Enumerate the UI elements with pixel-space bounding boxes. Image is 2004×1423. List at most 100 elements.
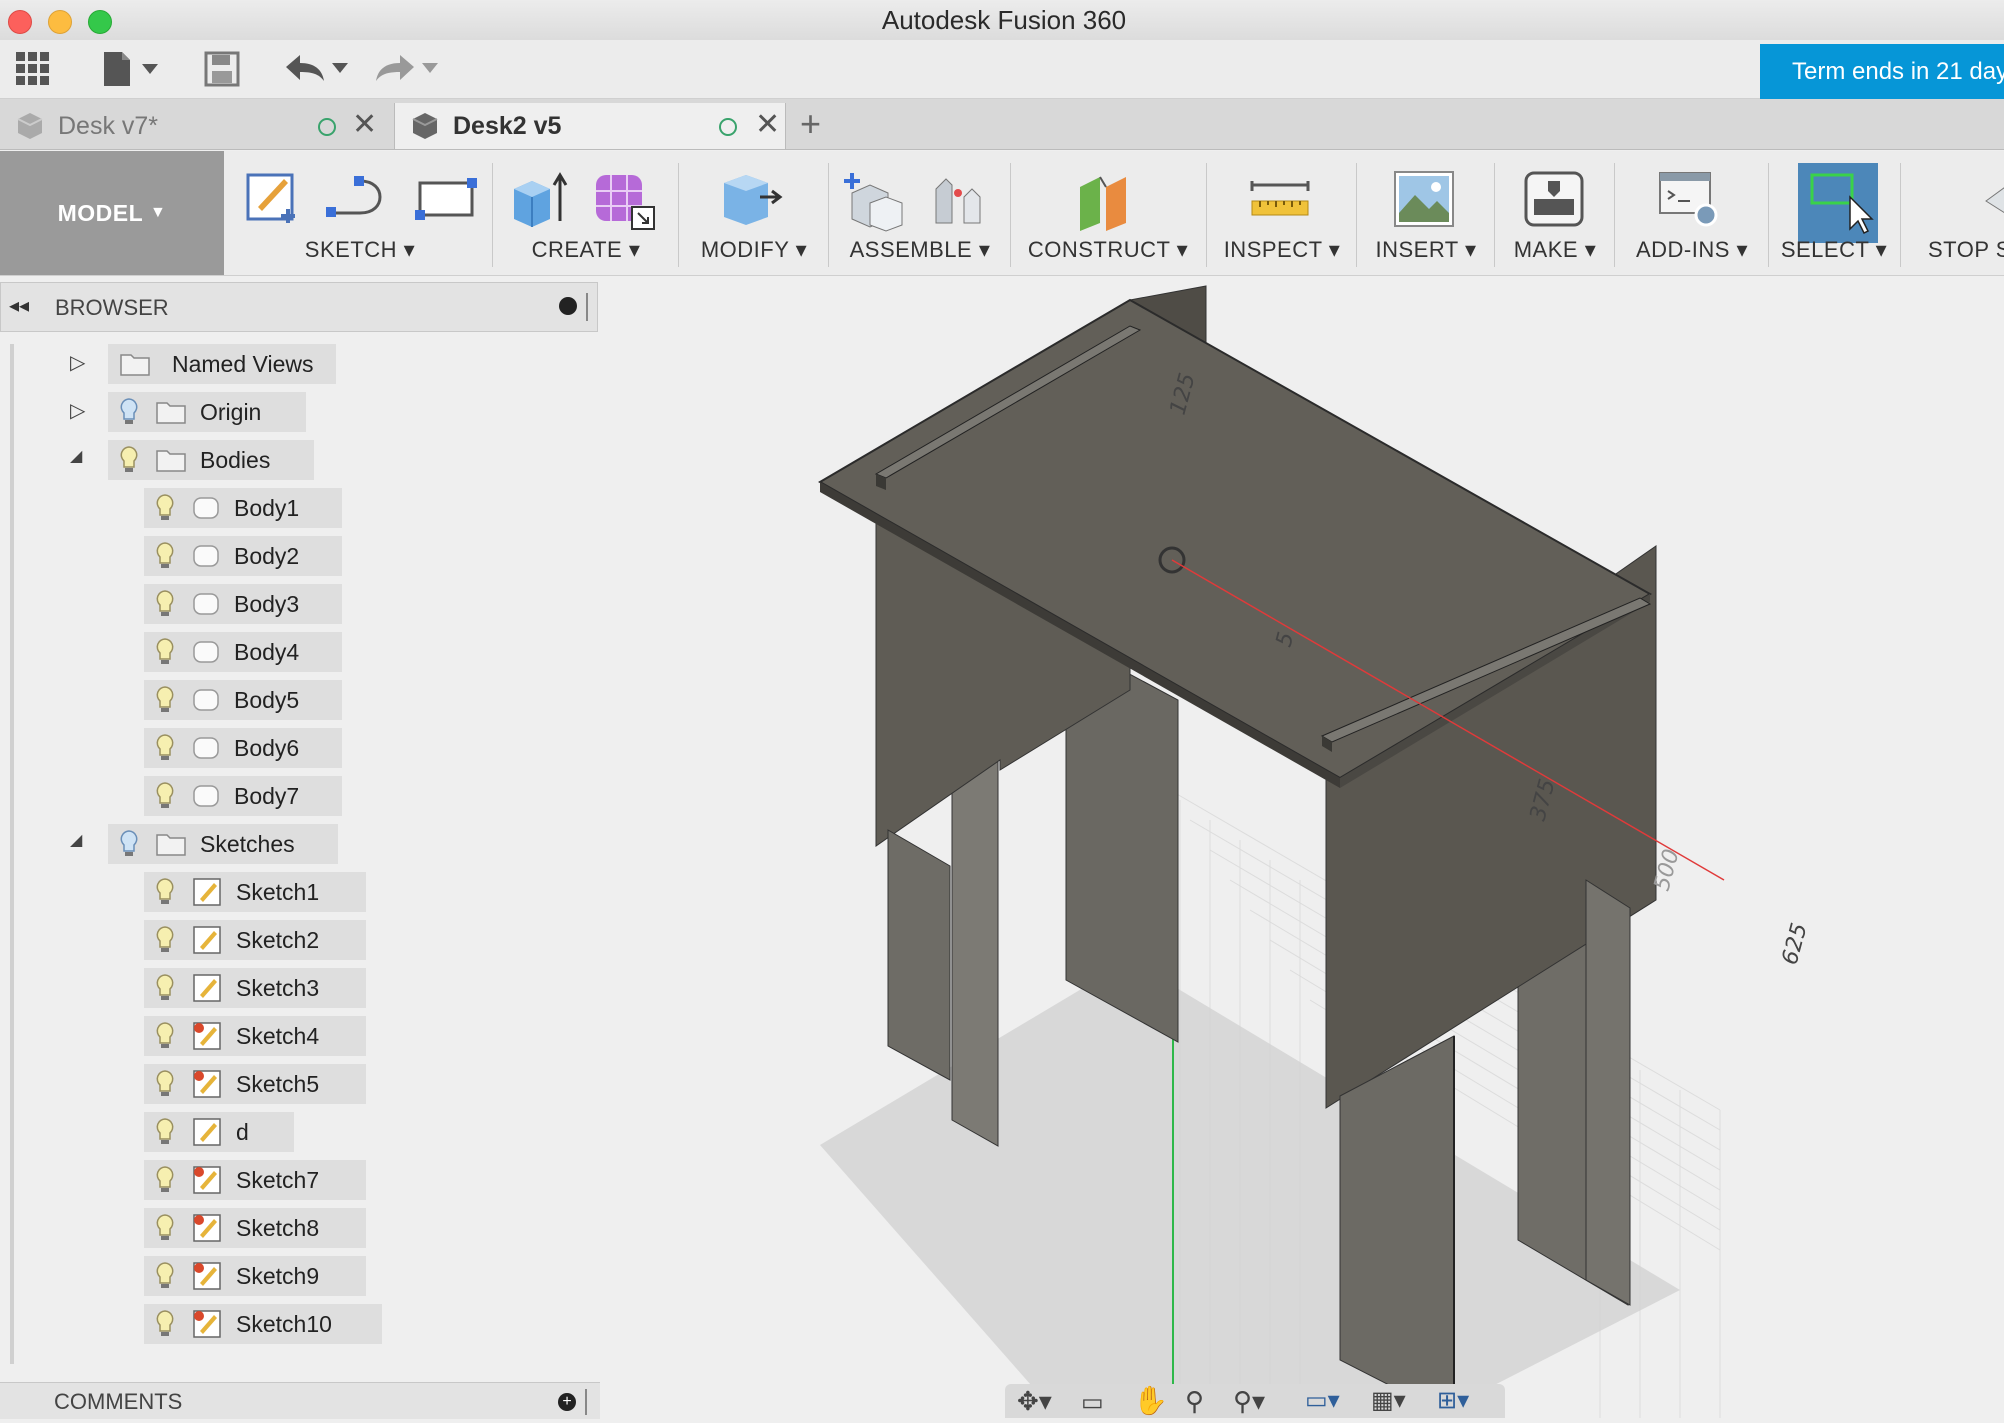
tree-node-body[interactable]: Body4 bbox=[144, 632, 342, 672]
tab-desk-v7[interactable]: Desk v7* ✕ bbox=[0, 103, 390, 149]
visibility-bulb-icon[interactable] bbox=[154, 781, 176, 811]
visibility-bulb-icon[interactable] bbox=[154, 685, 176, 715]
visibility-bulb-icon[interactable] bbox=[154, 925, 176, 955]
redo-icon[interactable] bbox=[372, 50, 442, 88]
workspace-label: MODEL bbox=[57, 199, 144, 226]
group-label: INSPECT bbox=[1223, 237, 1323, 262]
visibility-bulb-icon[interactable] bbox=[154, 1021, 176, 1051]
browser-options-icon[interactable] bbox=[559, 297, 577, 315]
look-at-icon[interactable]: ▭ bbox=[1081, 1388, 1104, 1417]
comments-panel[interactable]: COMMENTS + bbox=[0, 1382, 600, 1419]
visibility-bulb-icon[interactable] bbox=[118, 829, 140, 859]
visibility-bulb-icon[interactable] bbox=[154, 589, 176, 619]
visibility-bulb-icon[interactable] bbox=[154, 1117, 176, 1147]
stop-sharing-group[interactable]: STOP S bbox=[1904, 151, 2004, 275]
tree-node-sketch[interactable]: Sketch10 bbox=[144, 1304, 382, 1344]
visibility-bulb-icon[interactable] bbox=[154, 541, 176, 571]
modify-group[interactable]: MODIFY ▾ bbox=[682, 151, 826, 275]
tree-node-sketch[interactable]: Sketch9 bbox=[144, 1256, 366, 1296]
tree-node-sketch[interactable]: Sketch8 bbox=[144, 1208, 366, 1248]
create-group[interactable]: CREATE ▾ bbox=[496, 151, 676, 275]
close-tab-icon[interactable]: ✕ bbox=[755, 107, 780, 142]
tree-label: Body1 bbox=[234, 494, 300, 521]
visibility-bulb-icon[interactable] bbox=[154, 1309, 176, 1339]
sketch-icon bbox=[193, 1118, 221, 1146]
viewports-icon[interactable]: ⊞▾ bbox=[1437, 1386, 1469, 1415]
rectangle-icon bbox=[415, 178, 477, 220]
tree-node-sketch[interactable]: Sketch2 bbox=[144, 920, 366, 960]
sketch-warning-icon bbox=[193, 1310, 221, 1338]
expand-arrow-icon[interactable]: ▷ bbox=[70, 350, 85, 375]
collapse-arrow-icon[interactable]: ◢ bbox=[70, 446, 82, 466]
close-tab-icon[interactable]: ✕ bbox=[352, 107, 377, 142]
new-tab-button[interactable]: + bbox=[800, 103, 821, 145]
visibility-bulb-icon[interactable] bbox=[154, 1213, 176, 1243]
create-sketch-icon bbox=[246, 173, 295, 223]
visibility-bulb-icon[interactable] bbox=[154, 1261, 176, 1291]
make-group[interactable]: MAKE ▾ bbox=[1498, 151, 1612, 275]
visibility-bulb-icon[interactable] bbox=[154, 877, 176, 907]
sketch-warning-icon bbox=[193, 1214, 221, 1242]
undo-icon[interactable] bbox=[282, 50, 352, 88]
visibility-bulb-icon[interactable] bbox=[154, 637, 176, 667]
panel-grip-icon[interactable] bbox=[586, 293, 588, 321]
tree-node-sketch[interactable]: Sketch1 bbox=[144, 872, 366, 912]
insert-group[interactable]: INSERT ▾ bbox=[1360, 151, 1492, 275]
quick-access-toolbar: Term ends in 21 days bbox=[0, 40, 2004, 100]
visibility-bulb-icon[interactable] bbox=[118, 445, 140, 475]
canvas-viewport[interactable]: 125 5 375 500 625 bbox=[600, 276, 2004, 1419]
assemble-group[interactable]: ASSEMBLE ▾ bbox=[832, 151, 1008, 275]
construct-group[interactable]: CONSTRUCT ▾ bbox=[1014, 151, 1202, 275]
panel-grip-icon[interactable] bbox=[585, 1389, 587, 1415]
model-canvas[interactable]: 125 5 375 500 625 bbox=[600, 276, 2004, 1419]
fit-icon[interactable]: ⚲▾ bbox=[1233, 1386, 1265, 1417]
expand-arrow-icon[interactable]: ▷ bbox=[70, 398, 85, 423]
tree-node-sketch[interactable]: Sketch5 bbox=[144, 1064, 366, 1104]
tree-node-sketch[interactable]: Sketch3 bbox=[144, 968, 366, 1008]
tree-node-body[interactable]: Body3 bbox=[144, 584, 342, 624]
tree-scroll-track[interactable] bbox=[10, 344, 14, 1364]
folder-icon bbox=[156, 450, 186, 472]
workspace-menu[interactable]: MODEL ▼ bbox=[0, 151, 224, 275]
tree-node-body[interactable]: Body6 bbox=[144, 728, 342, 768]
visibility-bulb-icon[interactable] bbox=[154, 1165, 176, 1195]
term-banner[interactable]: Term ends in 21 days bbox=[1760, 44, 2004, 100]
tree-node-sketch[interactable]: Sketch7 bbox=[144, 1160, 366, 1200]
visibility-bulb-icon[interactable] bbox=[154, 1069, 176, 1099]
add-ins-group[interactable]: ADD-INS ▾ bbox=[1618, 151, 1766, 275]
visibility-bulb-icon[interactable] bbox=[154, 973, 176, 1003]
tree-label: Bodies bbox=[200, 446, 271, 473]
save-icon[interactable] bbox=[204, 50, 240, 88]
grid-settings-icon[interactable]: ▦▾ bbox=[1371, 1386, 1406, 1415]
tree-node-bodies[interactable]: Bodies bbox=[108, 440, 314, 480]
tree-node-origin[interactable]: Origin bbox=[108, 392, 306, 432]
collapse-panel-icon[interactable]: ◂◂ bbox=[9, 293, 29, 318]
visibility-bulb-icon[interactable] bbox=[118, 397, 140, 427]
group-label: STOP S bbox=[1928, 237, 2004, 262]
tree-node-body[interactable]: Body5 bbox=[144, 680, 342, 720]
tree-node-sketch[interactable]: d bbox=[144, 1112, 294, 1152]
orbit-icon[interactable]: ✥▾ bbox=[1017, 1386, 1052, 1417]
tree-node-body[interactable]: Body2 bbox=[144, 536, 342, 576]
file-icon[interactable] bbox=[100, 50, 162, 88]
zoom-icon[interactable]: ⚲ bbox=[1185, 1386, 1204, 1417]
tree-node-named-views[interactable]: Named Views bbox=[108, 344, 336, 384]
tree-node-body[interactable]: Body1 bbox=[144, 488, 342, 528]
pan-icon[interactable]: ✋ bbox=[1133, 1384, 1168, 1417]
tree-node-body[interactable]: Body7 bbox=[144, 776, 342, 816]
sketch-group[interactable]: SKETCH ▾ bbox=[230, 151, 490, 275]
inspect-group[interactable]: INSPECT ▾ bbox=[1210, 151, 1354, 275]
tab-desk2-v5[interactable]: Desk2 v5 ✕ bbox=[394, 103, 786, 149]
tree-node-sketch[interactable]: Sketch4 bbox=[144, 1016, 366, 1056]
add-comment-icon[interactable]: + bbox=[558, 1393, 576, 1411]
select-group[interactable]: SELECT ▾ bbox=[1772, 151, 1896, 275]
data-panel-icon[interactable] bbox=[14, 50, 52, 88]
tree-node-sketches[interactable]: Sketches bbox=[108, 824, 338, 864]
collapse-arrow-icon[interactable]: ◢ bbox=[70, 830, 82, 850]
tree-label: Body3 bbox=[234, 590, 300, 617]
visibility-bulb-icon[interactable] bbox=[154, 733, 176, 763]
sketch-warning-icon bbox=[193, 1166, 221, 1194]
display-settings-icon[interactable]: ▭▾ bbox=[1305, 1386, 1340, 1415]
visibility-bulb-icon[interactable] bbox=[154, 493, 176, 523]
group-label: SKETCH bbox=[304, 237, 398, 262]
